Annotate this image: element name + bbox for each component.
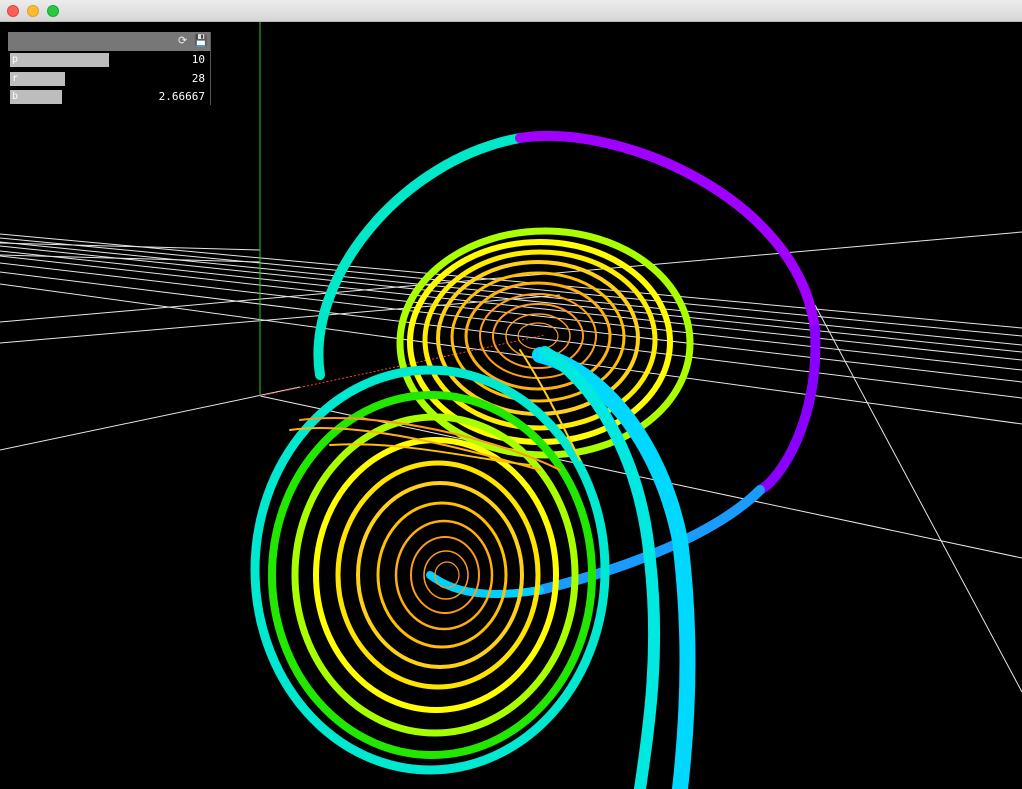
panel-header[interactable]: ⟳ 💾 — [8, 32, 211, 51]
scene-canvas[interactable] — [0, 22, 1022, 789]
minimize-window-button[interactable] — [27, 5, 39, 17]
slider-r-fill[interactable] — [10, 72, 65, 86]
zoom-window-button[interactable] — [47, 5, 59, 17]
slider-p-label: p — [12, 54, 19, 65]
slider-r-value: 28 — [191, 72, 205, 85]
slider-r[interactable]: r 28 — [8, 70, 211, 88]
slider-b-label: b — [12, 91, 19, 102]
panel-edge — [210, 51, 211, 105]
window-titlebar — [0, 0, 1022, 22]
3d-viewport[interactable] — [0, 22, 1022, 789]
close-window-button[interactable] — [7, 5, 19, 17]
slider-p-fill[interactable] — [10, 53, 109, 67]
slider-p[interactable]: p 10 — [8, 51, 211, 69]
slider-r-label: r — [12, 73, 19, 84]
lorenz-attractor-tube — [250, 130, 821, 789]
slider-p-value: 10 — [191, 53, 205, 66]
parameter-panel: ⟳ 💾 p 10 r 28 b 2.66667 — [8, 32, 211, 106]
refresh-icon[interactable]: ⟳ — [178, 34, 187, 48]
slider-b-value: 2.66667 — [158, 90, 205, 103]
lower-wing — [250, 365, 610, 775]
save-icon[interactable]: 💾 — [194, 34, 208, 48]
slider-b[interactable]: b 2.66667 — [8, 88, 211, 106]
